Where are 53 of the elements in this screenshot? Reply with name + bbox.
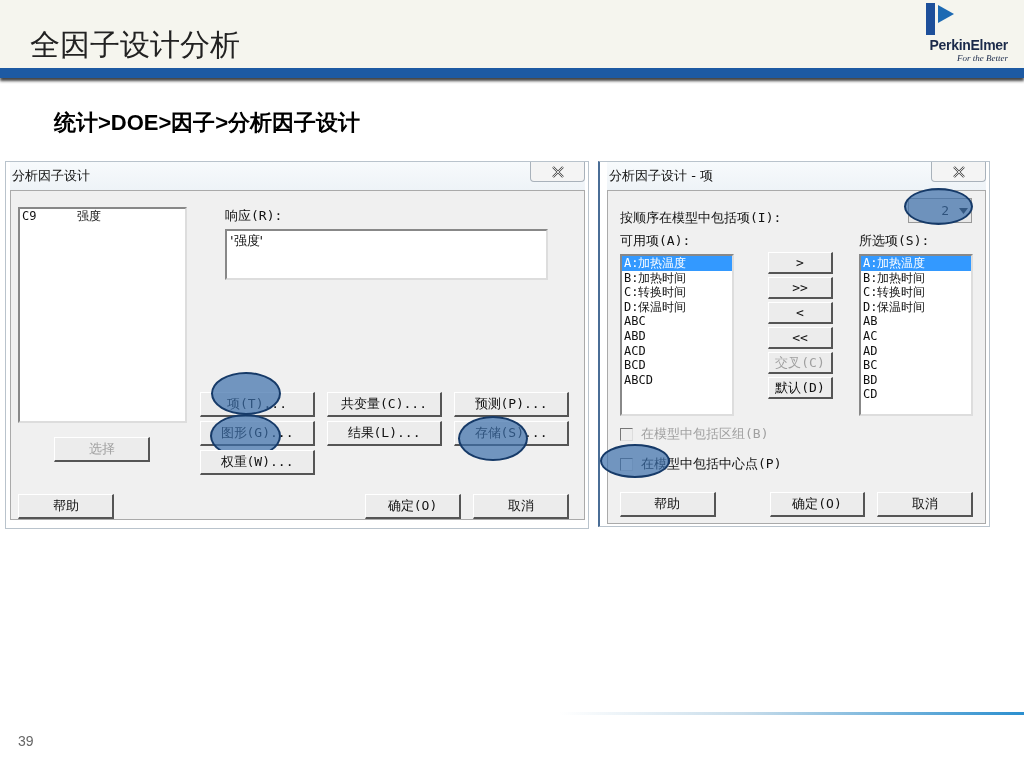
field-label: 响应(R): [225, 207, 284, 225]
dialog-button[interactable]: 预测(P)... [454, 392, 569, 417]
response-field[interactable]: '强度' [225, 229, 548, 280]
list-row[interactable]: C9 强度 [20, 209, 185, 224]
dialog-button[interactable]: 帮助 [620, 492, 716, 517]
list-item[interactable]: C:转换时间 [622, 285, 732, 300]
column-id: C9 [22, 209, 38, 224]
close-button[interactable] [530, 162, 585, 182]
list-item[interactable]: C:转换时间 [861, 285, 971, 300]
dialog-button[interactable]: 默认(D) [768, 377, 833, 399]
list-item[interactable]: ABD [622, 328, 732, 344]
dialog-button[interactable]: >> [768, 277, 833, 299]
dialog-button[interactable]: 帮助 [18, 494, 114, 519]
dialog-button[interactable]: 取消 [877, 492, 973, 517]
list-item[interactable]: B:加热时间 [622, 270, 732, 286]
list-item[interactable]: B:加热时间 [861, 270, 971, 286]
checkbox-label: 在模型中包括区组(B) [641, 425, 769, 443]
dialog-button[interactable]: 取消 [473, 494, 569, 519]
close-button[interactable] [931, 162, 986, 182]
menu-path: 统计>DOE>因子>分析因子设计 [54, 110, 361, 135]
dialog-button[interactable]: 结果(L)... [327, 421, 442, 446]
page-number: 39 [18, 733, 34, 749]
list-item[interactable]: AC [861, 328, 971, 344]
slide-title: 全因子设计分析 [30, 27, 240, 63]
dialog-title: 分析因子设计 - 项 [609, 167, 713, 185]
list-item[interactable]: ABC [622, 314, 732, 329]
dialog-button[interactable]: 权重(W)... [200, 450, 315, 475]
dialog-button[interactable]: << [768, 327, 833, 349]
checkbox-label: 在模型中包括中心点(P) [641, 455, 782, 473]
list-item[interactable]: AD [861, 343, 971, 359]
dialog-title: 分析因子设计 [12, 167, 90, 185]
list-item[interactable]: ABCD [622, 372, 732, 388]
column-name: 强度 [77, 209, 101, 224]
list-item[interactable]: AB [861, 314, 971, 329]
list-item[interactable]: BCD [622, 358, 732, 373]
field-label: 所选项(S): [859, 232, 931, 250]
logo-name: PerkinElmer [929, 37, 1008, 53]
list-item[interactable]: D:保温时间 [861, 299, 971, 315]
logo-tagline: For the Better [957, 53, 1008, 63]
field-label: 可用项(A): [620, 232, 692, 250]
field-label: 按顺序在模型中包括项(I): [620, 209, 782, 227]
list-item[interactable]: CD [861, 387, 971, 402]
dialog-button[interactable]: > [768, 252, 833, 274]
list-item[interactable]: ACD [622, 343, 732, 359]
list-item[interactable]: BC [861, 358, 971, 373]
close-icon [951, 165, 966, 178]
dialog-button[interactable]: < [768, 302, 833, 324]
dialog-button[interactable]: 确定(O) [769, 492, 866, 517]
list-item[interactable]: BD [861, 372, 971, 388]
dialog-button[interactable]: 共变量(C)... [327, 392, 442, 417]
list-item[interactable]: D:保温时间 [622, 299, 732, 315]
close-icon [550, 165, 565, 178]
dialog-button[interactable]: 确定(O) [365, 494, 461, 519]
